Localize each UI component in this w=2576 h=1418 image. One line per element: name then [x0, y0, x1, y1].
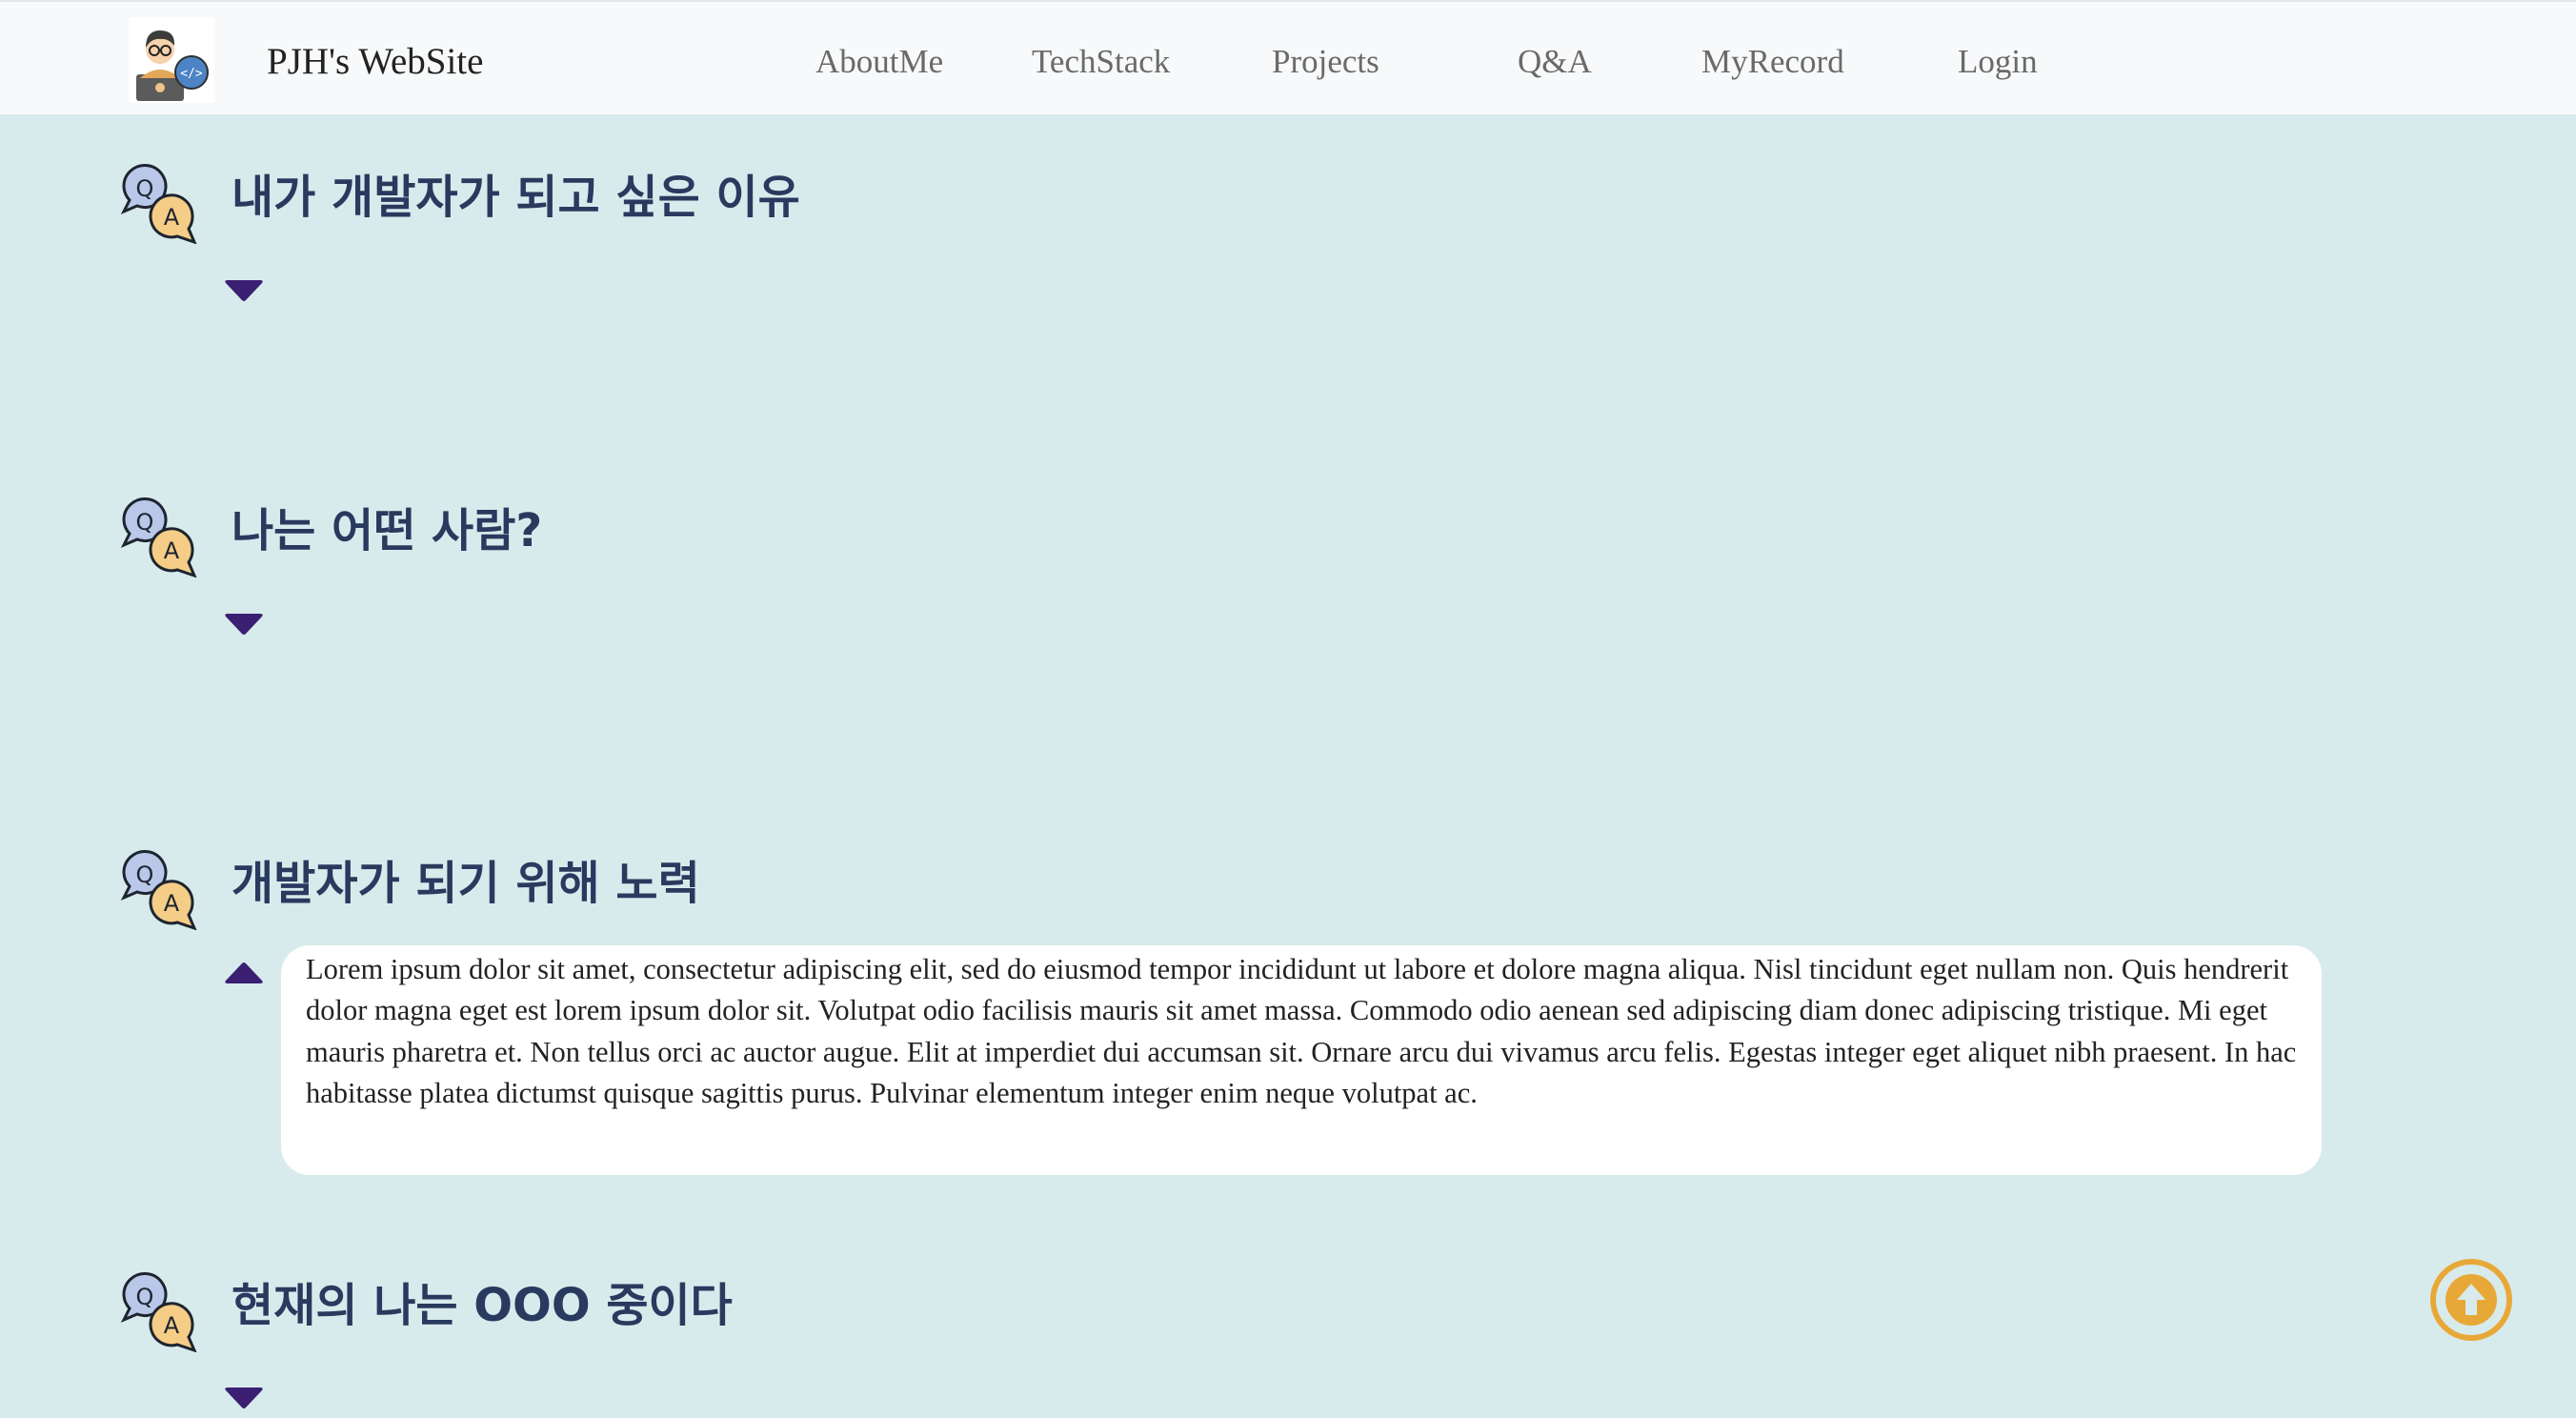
svg-text:A: A [164, 537, 180, 564]
svg-text:</>: </> [180, 67, 203, 81]
developer-avatar-icon[interactable]: </> [129, 17, 214, 103]
svg-text:A: A [164, 1312, 180, 1339]
answer-box: Lorem ipsum dolor sit amet, consectetur … [281, 945, 2322, 1175]
chevron-down-icon[interactable] [224, 614, 264, 637]
chevron-down-icon[interactable] [224, 280, 264, 303]
svg-text:A: A [164, 204, 180, 231]
nav-link-login[interactable]: Login [1958, 40, 2038, 84]
chevron-up-icon[interactable] [224, 961, 264, 983]
nav-link-myrecord[interactable]: MyRecord [1701, 40, 1844, 84]
nav-link-projects[interactable]: Projects [1272, 40, 1379, 84]
svg-text:Q: Q [136, 861, 154, 888]
nav-link-aboutme[interactable]: AboutMe [815, 40, 943, 84]
qa-question-title: 나는 어떤 사람? [231, 504, 543, 557]
nav-link-techstack[interactable]: TechStack [1032, 40, 1170, 84]
svg-text:A: A [164, 890, 180, 917]
qa-question-title: 현재의 나는 OOO 중이다 [231, 1279, 733, 1332]
site-title[interactable]: PJH's WebSite [267, 38, 483, 86]
scroll-to-top-button[interactable] [2429, 1258, 2513, 1342]
arrow-up-circle-icon [2430, 1259, 2512, 1341]
qa-bubbles-icon: Q A [118, 496, 200, 577]
chevron-down-icon[interactable] [224, 1388, 264, 1410]
qa-bubbles-icon: Q A [118, 848, 200, 930]
svg-text:Q: Q [136, 509, 154, 536]
answer-text: Lorem ipsum dolor sit amet, consectetur … [306, 953, 2297, 1109]
navbar: </> PJH's WebSite AboutMe TechStack Proj… [0, 0, 2576, 114]
svg-text:Q: Q [136, 175, 154, 202]
svg-text:Q: Q [136, 1284, 154, 1310]
qa-bubbles-icon: Q A [118, 162, 200, 244]
qa-question-title: 개발자가 되기 위해 노력 [231, 857, 700, 910]
qa-bubbles-icon: Q A [118, 1270, 200, 1352]
nav-link-qa[interactable]: Q&A [1518, 40, 1592, 84]
qa-question-title: 내가 개발자가 되고 싶은 이유 [231, 171, 800, 224]
